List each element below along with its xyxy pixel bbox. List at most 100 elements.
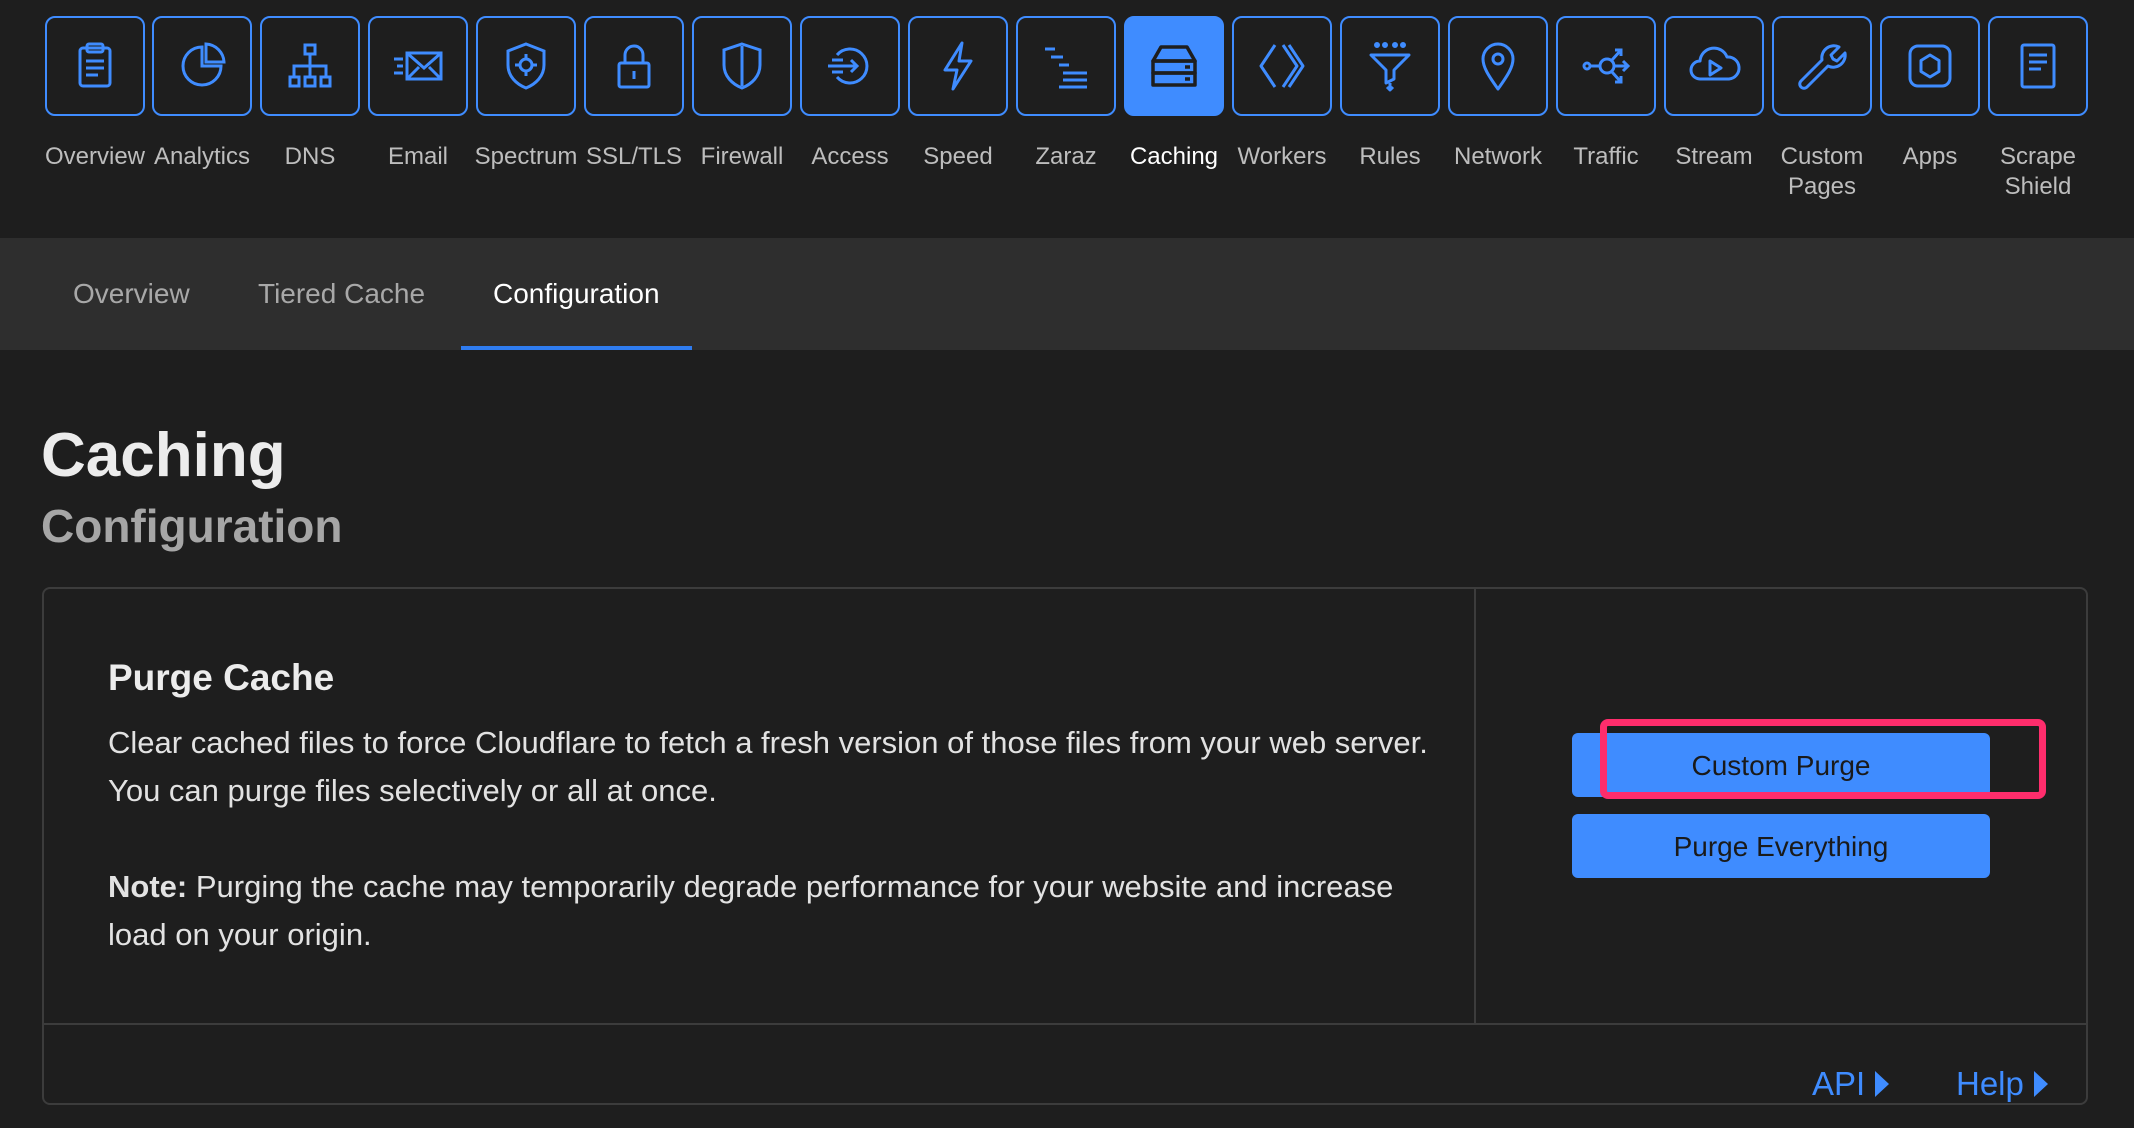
nav-tile[interactable] <box>1340 16 1440 116</box>
nav-label: SSL/TLS <box>585 143 683 170</box>
api-link-label: API <box>1812 1065 1866 1102</box>
card-footer: API Help <box>44 1023 2086 1103</box>
nav-tile[interactable] <box>45 16 145 116</box>
nav-label: Speed <box>923 143 993 170</box>
nav-item-ssl-tls[interactable]: SSL/TLS <box>582 16 686 172</box>
nav-tile[interactable] <box>1664 16 1764 116</box>
nav-tile[interactable] <box>584 16 684 116</box>
lock-icon <box>617 44 651 89</box>
caret-right-icon <box>2033 1071 2048 1097</box>
nav-item-email[interactable]: Email <box>366 16 470 172</box>
card-note: Note: Purging the cache may temporarily … <box>108 863 1438 959</box>
stairs-lines-icon <box>1045 47 1087 89</box>
custom-purge-button[interactable]: Custom Purge <box>1572 733 1990 797</box>
purge-cache-card: Purge Cache Clear cached files to force … <box>42 587 2088 1105</box>
nav-label: Network <box>1453 143 1543 170</box>
nav-tile[interactable] <box>1772 16 1872 116</box>
nav-item-custom-pages[interactable]: Custom Pages <box>1770 16 1874 202</box>
nav-label: Custom Pages <box>1780 143 1864 200</box>
nav-label: Rules <box>1359 143 1421 170</box>
pie-chart-icon <box>181 42 226 87</box>
funnel-icon <box>1369 42 1411 92</box>
nav-item-access[interactable]: Access <box>798 16 902 172</box>
nav-label: Email <box>387 143 448 170</box>
nav-tile[interactable] <box>1556 16 1656 116</box>
share-arrows-icon <box>1582 48 1631 84</box>
nav-tile[interactable] <box>800 16 900 116</box>
card-actions: Custom Purge Purge Everything <box>1476 589 2086 1023</box>
page-subtitle: Configuration <box>41 500 343 552</box>
nav-item-rules[interactable]: Rules <box>1338 16 1442 172</box>
note-text: Purging the cache may temporarily degrad… <box>108 869 1394 952</box>
nav-tile[interactable] <box>1448 16 1548 116</box>
api-link[interactable]: API <box>1812 1065 1890 1103</box>
nav-item-stream[interactable]: Stream <box>1662 16 1766 172</box>
cloud-play-icon <box>1689 46 1741 81</box>
nav-label: Firewall <box>700 143 784 170</box>
shield-icon <box>722 42 762 90</box>
nav-label: DNS <box>284 143 336 170</box>
nav-label: Zaraz <box>1035 143 1097 170</box>
nav-item-zaraz[interactable]: Zaraz <box>1014 16 1118 172</box>
nav-label: Caching <box>1129 143 1219 170</box>
purge-everything-button[interactable]: Purge Everything <box>1572 814 1990 878</box>
lightning-icon <box>943 41 973 91</box>
tab-overview[interactable]: Overview <box>41 238 222 350</box>
card-heading: Purge Cache <box>108 657 335 698</box>
nav-tile[interactable] <box>476 16 576 116</box>
nav-item-caching[interactable]: Caching <box>1122 16 1226 172</box>
caret-right-icon <box>1875 1071 1890 1097</box>
nav-item-analytics[interactable]: Analytics <box>150 16 254 172</box>
nav-tile[interactable] <box>1988 16 2088 116</box>
nav-tile[interactable] <box>1016 16 1116 116</box>
document-icon <box>2020 43 2056 89</box>
location-pin-icon <box>1481 42 1515 91</box>
nav-label: Scrape Shield <box>1999 143 2077 200</box>
nav-label: Traffic <box>1573 143 1639 170</box>
nav-label: Stream <box>1675 143 1753 170</box>
nav-label: Spectrum <box>474 143 578 170</box>
nav-label: Analytics <box>153 143 251 170</box>
login-arrow-icon <box>828 47 869 85</box>
shield-gear-icon <box>506 42 546 90</box>
nav-item-apps[interactable]: Apps <box>1878 16 1982 172</box>
wrench-icon <box>1798 44 1847 90</box>
tab-tiered-cache[interactable]: Tiered Cache <box>226 238 457 350</box>
nav-tile[interactable] <box>152 16 252 116</box>
nav-tile[interactable] <box>368 16 468 116</box>
nav-tile[interactable] <box>1124 16 1224 116</box>
help-link-label: Help <box>1956 1065 2024 1102</box>
nav-item-workers[interactable]: Workers <box>1230 16 1334 172</box>
nav-tile[interactable] <box>692 16 792 116</box>
network-tree-icon <box>288 43 332 88</box>
nav-label: Overview <box>44 143 146 170</box>
tab-configuration[interactable]: Configuration <box>461 238 692 350</box>
nav-item-overview[interactable]: Overview <box>43 16 147 172</box>
brackets-icon <box>1259 44 1305 88</box>
nav-item-spectrum[interactable]: Spectrum <box>474 16 578 172</box>
server-stack-icon <box>1151 45 1197 87</box>
clipboard-icon <box>78 42 112 88</box>
page-title: Caching <box>41 421 286 490</box>
nav-tile[interactable] <box>260 16 360 116</box>
top-navigation: Overview Analytics DNS Email Spectrum SS… <box>0 0 2134 238</box>
note-label: Note: <box>108 869 188 904</box>
nav-item-speed[interactable]: Speed <box>906 16 1010 172</box>
nav-item-scrape-shield[interactable]: Scrape Shield <box>1986 16 2090 202</box>
nav-item-firewall[interactable]: Firewall <box>690 16 794 172</box>
nav-tile[interactable] <box>1880 16 1980 116</box>
envelope-icon <box>394 51 443 81</box>
sub-navigation: Overview Tiered Cache Configuration <box>0 238 2134 350</box>
nav-tile[interactable] <box>908 16 1008 116</box>
nav-label: Workers <box>1237 143 1327 170</box>
nav-item-dns[interactable]: DNS <box>258 16 362 172</box>
hexagon-icon <box>1908 44 1952 88</box>
nav-tile[interactable] <box>1232 16 1332 116</box>
help-link[interactable]: Help <box>1956 1065 2048 1103</box>
nav-item-traffic[interactable]: Traffic <box>1554 16 1658 172</box>
nav-item-network[interactable]: Network <box>1446 16 1550 172</box>
card-content: Purge Cache Clear cached files to force … <box>44 589 1476 1023</box>
nav-label: Apps <box>1902 143 1958 170</box>
card-description: Clear cached files to force Cloudflare t… <box>108 725 1428 808</box>
nav-label: Access <box>811 143 889 170</box>
